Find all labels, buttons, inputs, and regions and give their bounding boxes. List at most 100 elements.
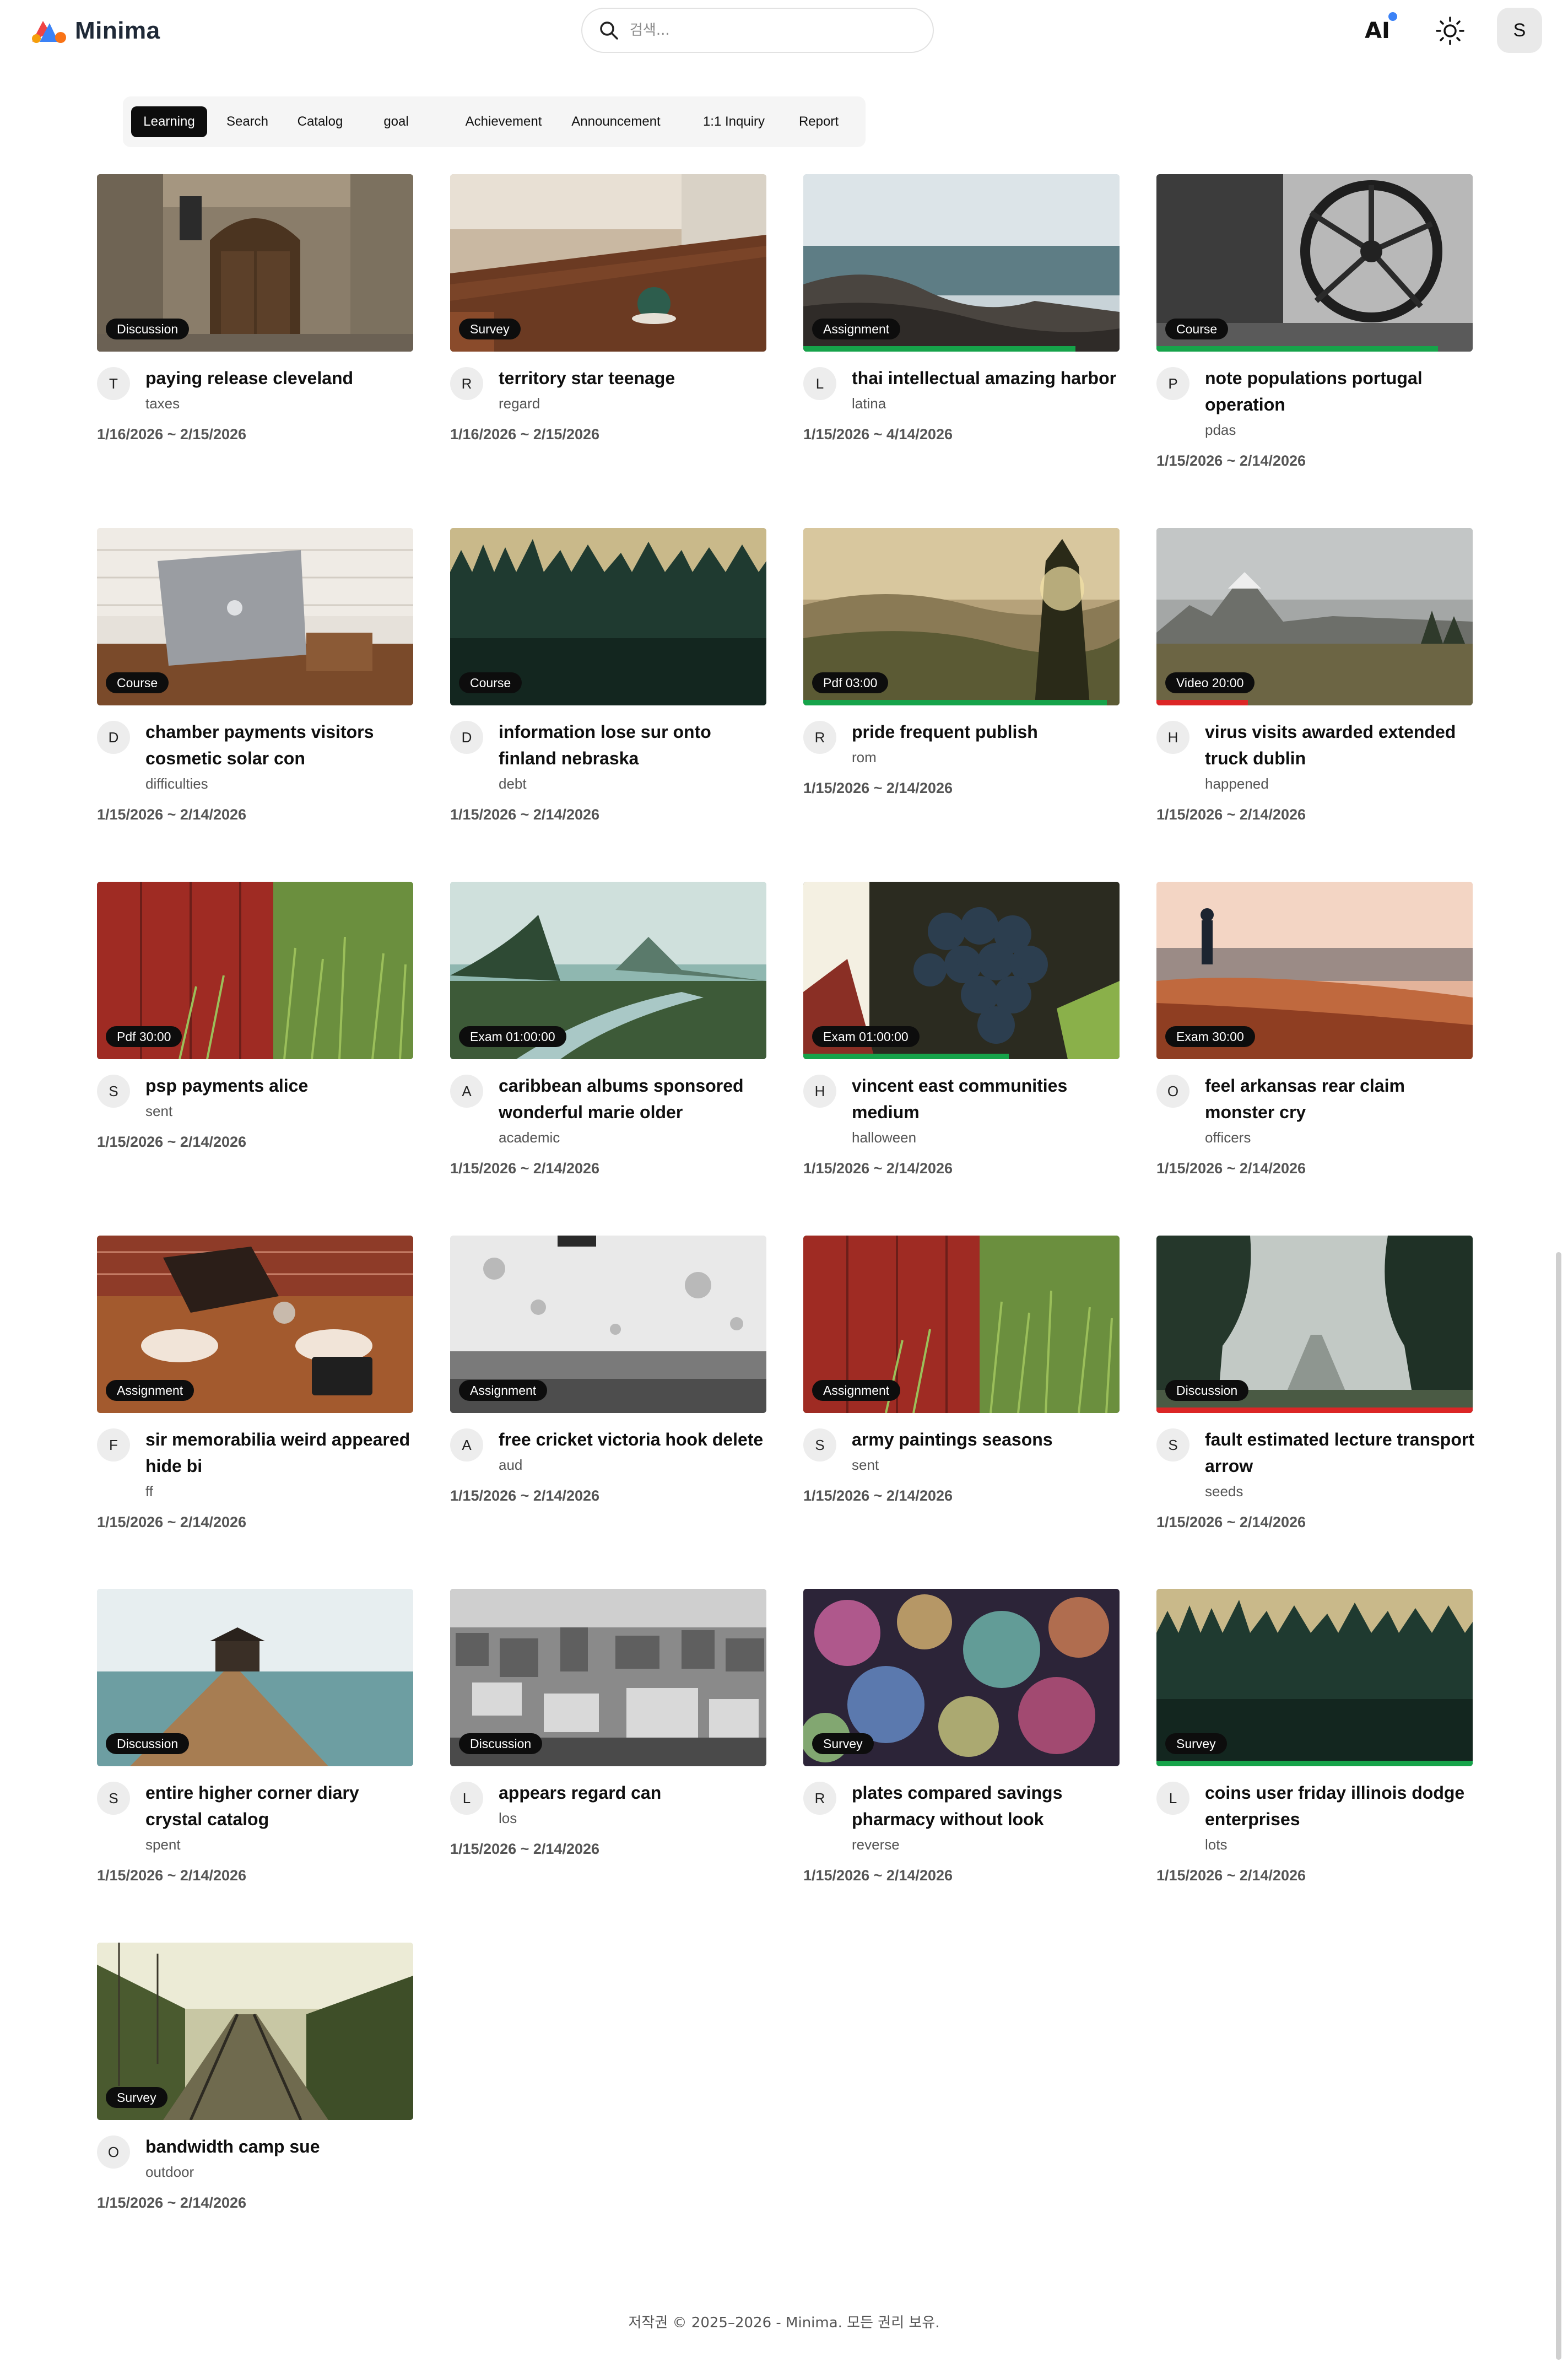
card-title[interactable]: pride frequent publish xyxy=(852,722,1038,742)
card-date-range: 1/15/2026 ~ 2/14/2026 xyxy=(97,806,247,823)
card-title[interactable]: bandwidth camp sue xyxy=(145,2137,320,2156)
card-title[interactable]: virus visits awarded extended truck dubl… xyxy=(1205,722,1456,768)
card-title[interactable]: note populations portugal operation xyxy=(1205,368,1423,414)
card-title[interactable]: fault estimated lecture transport arrow xyxy=(1205,1430,1474,1476)
card-subtitle: spent xyxy=(145,1836,181,1853)
card-date-range: 1/15/2026 ~ 2/14/2026 xyxy=(97,1514,247,1530)
card-date-range: 1/15/2026 ~ 2/14/2026 xyxy=(1156,452,1306,469)
card-subtitle: happened xyxy=(1205,775,1269,792)
card-title[interactable]: coins user friday illinois dodge enterpr… xyxy=(1205,1783,1464,1829)
card-title[interactable]: sir memorabilia weird appeared hide bi xyxy=(145,1430,410,1476)
author-initial-avatar: T xyxy=(97,367,130,400)
card-title[interactable]: free cricket victoria hook delete xyxy=(499,1430,763,1449)
card-thumbnail[interactable]: Discussion xyxy=(97,1589,413,1766)
tab-label: Announcement xyxy=(571,114,661,129)
card-date-range: 1/15/2026 ~ 2/14/2026 xyxy=(1156,1867,1306,1884)
card-title[interactable]: territory star teenage xyxy=(499,368,675,388)
type-badge: Exam 01:00:00 xyxy=(812,1026,920,1047)
card-date-range: 1/16/2026 ~ 2/15/2026 xyxy=(97,426,247,443)
card-info: bandwidth camp sue outdoor 1/15/2026 ~ 2… xyxy=(97,2133,415,2215)
card-title[interactable]: army paintings seasons xyxy=(852,1430,1053,1449)
author-initial-avatar: H xyxy=(1156,721,1189,754)
tab-label: Search xyxy=(226,114,269,129)
tab-achievement[interactable]: Achievement xyxy=(457,106,550,137)
author-initial-avatar: S xyxy=(97,1782,130,1815)
card-thumbnail[interactable]: Assignment xyxy=(803,1236,1120,1413)
card-title[interactable]: caribbean albums sponsored wonderful mar… xyxy=(499,1076,744,1122)
card-thumbnail[interactable]: Discussion xyxy=(1156,1236,1473,1413)
card-thumbnail[interactable]: Video 20:00 xyxy=(1156,528,1473,705)
card-subtitle: regard xyxy=(499,395,540,412)
type-badge: Survey xyxy=(106,2087,167,2108)
app-name: Minima xyxy=(75,17,160,44)
search-input[interactable] xyxy=(630,22,916,39)
tab-announcement[interactable]: Announcement xyxy=(564,106,668,137)
tab-catalog[interactable]: Catalog xyxy=(288,106,352,137)
tab-inquiry[interactable]: 1:1 Inquiry xyxy=(698,106,770,137)
card-title[interactable]: chamber payments visitors cosmetic solar… xyxy=(145,722,374,768)
card-thumbnail[interactable]: Course xyxy=(450,528,766,705)
card-thumbnail[interactable]: Course xyxy=(1156,174,1473,352)
logo[interactable]: Minima xyxy=(28,15,160,46)
card-thumbnail[interactable]: Exam 01:00:00 xyxy=(450,882,766,1059)
card-title[interactable]: thai intellectual amazing harbor xyxy=(852,368,1116,388)
author-initial-avatar: D xyxy=(97,721,130,754)
card-info: vincent east communities medium hallowee… xyxy=(803,1072,1122,1180)
card-thumbnail[interactable]: Pdf 03:00 xyxy=(803,528,1120,705)
tab-search[interactable]: Search xyxy=(218,106,277,137)
card-date-range: 1/15/2026 ~ 2/14/2026 xyxy=(803,1160,953,1177)
card-date-range: 1/15/2026 ~ 2/14/2026 xyxy=(1156,1160,1306,1177)
card-thumbnail[interactable]: Survey xyxy=(450,174,766,352)
card-subtitle: seeds xyxy=(1205,1483,1243,1500)
progress-bar xyxy=(803,346,1075,352)
card-thumbnail[interactable]: Course xyxy=(97,528,413,705)
card-thumbnail[interactable]: Pdf 30:00 xyxy=(97,882,413,1059)
tab-label: Catalog xyxy=(297,114,343,129)
card-info: information lose sur onto finland nebras… xyxy=(450,719,769,827)
author-initial-avatar: L xyxy=(803,367,836,400)
card-thumbnail[interactable]: Discussion xyxy=(450,1589,766,1766)
card-subtitle: aud xyxy=(499,1457,523,1473)
tab-report[interactable]: Report xyxy=(790,106,848,137)
card-title[interactable]: feel arkansas rear claim monster cry xyxy=(1205,1076,1405,1122)
avatar-initial: S xyxy=(1513,19,1526,41)
card-thumbnail[interactable]: Survey xyxy=(803,1589,1120,1766)
tab-learning[interactable]: Learning xyxy=(131,106,207,137)
author-initial-avatar: L xyxy=(450,1782,483,1815)
theme-toggle-button[interactable] xyxy=(1434,14,1467,47)
user-avatar-button[interactable]: S xyxy=(1497,8,1542,53)
card-title[interactable]: psp payments alice xyxy=(145,1076,308,1096)
author-initial-avatar: A xyxy=(450,1075,483,1108)
card-title[interactable]: paying release cleveland xyxy=(145,368,353,388)
type-badge: Assignment xyxy=(812,319,901,339)
ai-assistant-button[interactable]: AI xyxy=(1362,15,1393,46)
tab-goal[interactable]: goal xyxy=(374,106,418,137)
type-badge: Video 20:00 xyxy=(1165,672,1255,693)
progress-bar xyxy=(803,1054,1009,1059)
card-thumbnail[interactable]: Exam 30:00 xyxy=(1156,882,1473,1059)
card-subtitle: reverse xyxy=(852,1836,900,1853)
card-thumbnail[interactable]: Assignment xyxy=(803,174,1120,352)
card-title[interactable]: entire higher corner diary crystal catal… xyxy=(145,1783,359,1829)
card-info: sir memorabilia weird appeared hide bi f… xyxy=(97,1426,415,1534)
card-date-range: 1/15/2026 ~ 2/14/2026 xyxy=(803,1487,953,1504)
card-thumbnail[interactable]: Exam 01:00:00 xyxy=(803,882,1120,1059)
card-thumbnail[interactable]: Assignment xyxy=(97,1236,413,1413)
card-date-range: 1/15/2026 ~ 2/14/2026 xyxy=(97,1134,247,1150)
type-badge: Discussion xyxy=(106,1733,190,1754)
card-thumbnail[interactable]: Survey xyxy=(1156,1589,1473,1766)
search-box[interactable] xyxy=(581,8,934,53)
card-title[interactable]: vincent east communities medium xyxy=(852,1076,1067,1122)
card-thumbnail[interactable]: Survey xyxy=(97,1943,413,2120)
card-title[interactable]: information lose sur onto finland nebras… xyxy=(499,722,711,768)
card-title[interactable]: plates compared savings pharmacy without… xyxy=(852,1783,1062,1829)
scrollbar-thumb[interactable] xyxy=(1556,1252,1561,2360)
card-thumbnail[interactable]: Assignment xyxy=(450,1236,766,1413)
card-subtitle: officers xyxy=(1205,1129,1251,1146)
card-title[interactable]: appears regard can xyxy=(499,1783,661,1803)
card-info: free cricket victoria hook delete aud 1/… xyxy=(450,1426,769,1508)
type-badge: Exam 30:00 xyxy=(1165,1026,1255,1047)
progress-bar xyxy=(1156,700,1248,705)
card-thumbnail[interactable]: Discussion xyxy=(97,174,413,352)
tab-label: goal xyxy=(383,114,409,129)
